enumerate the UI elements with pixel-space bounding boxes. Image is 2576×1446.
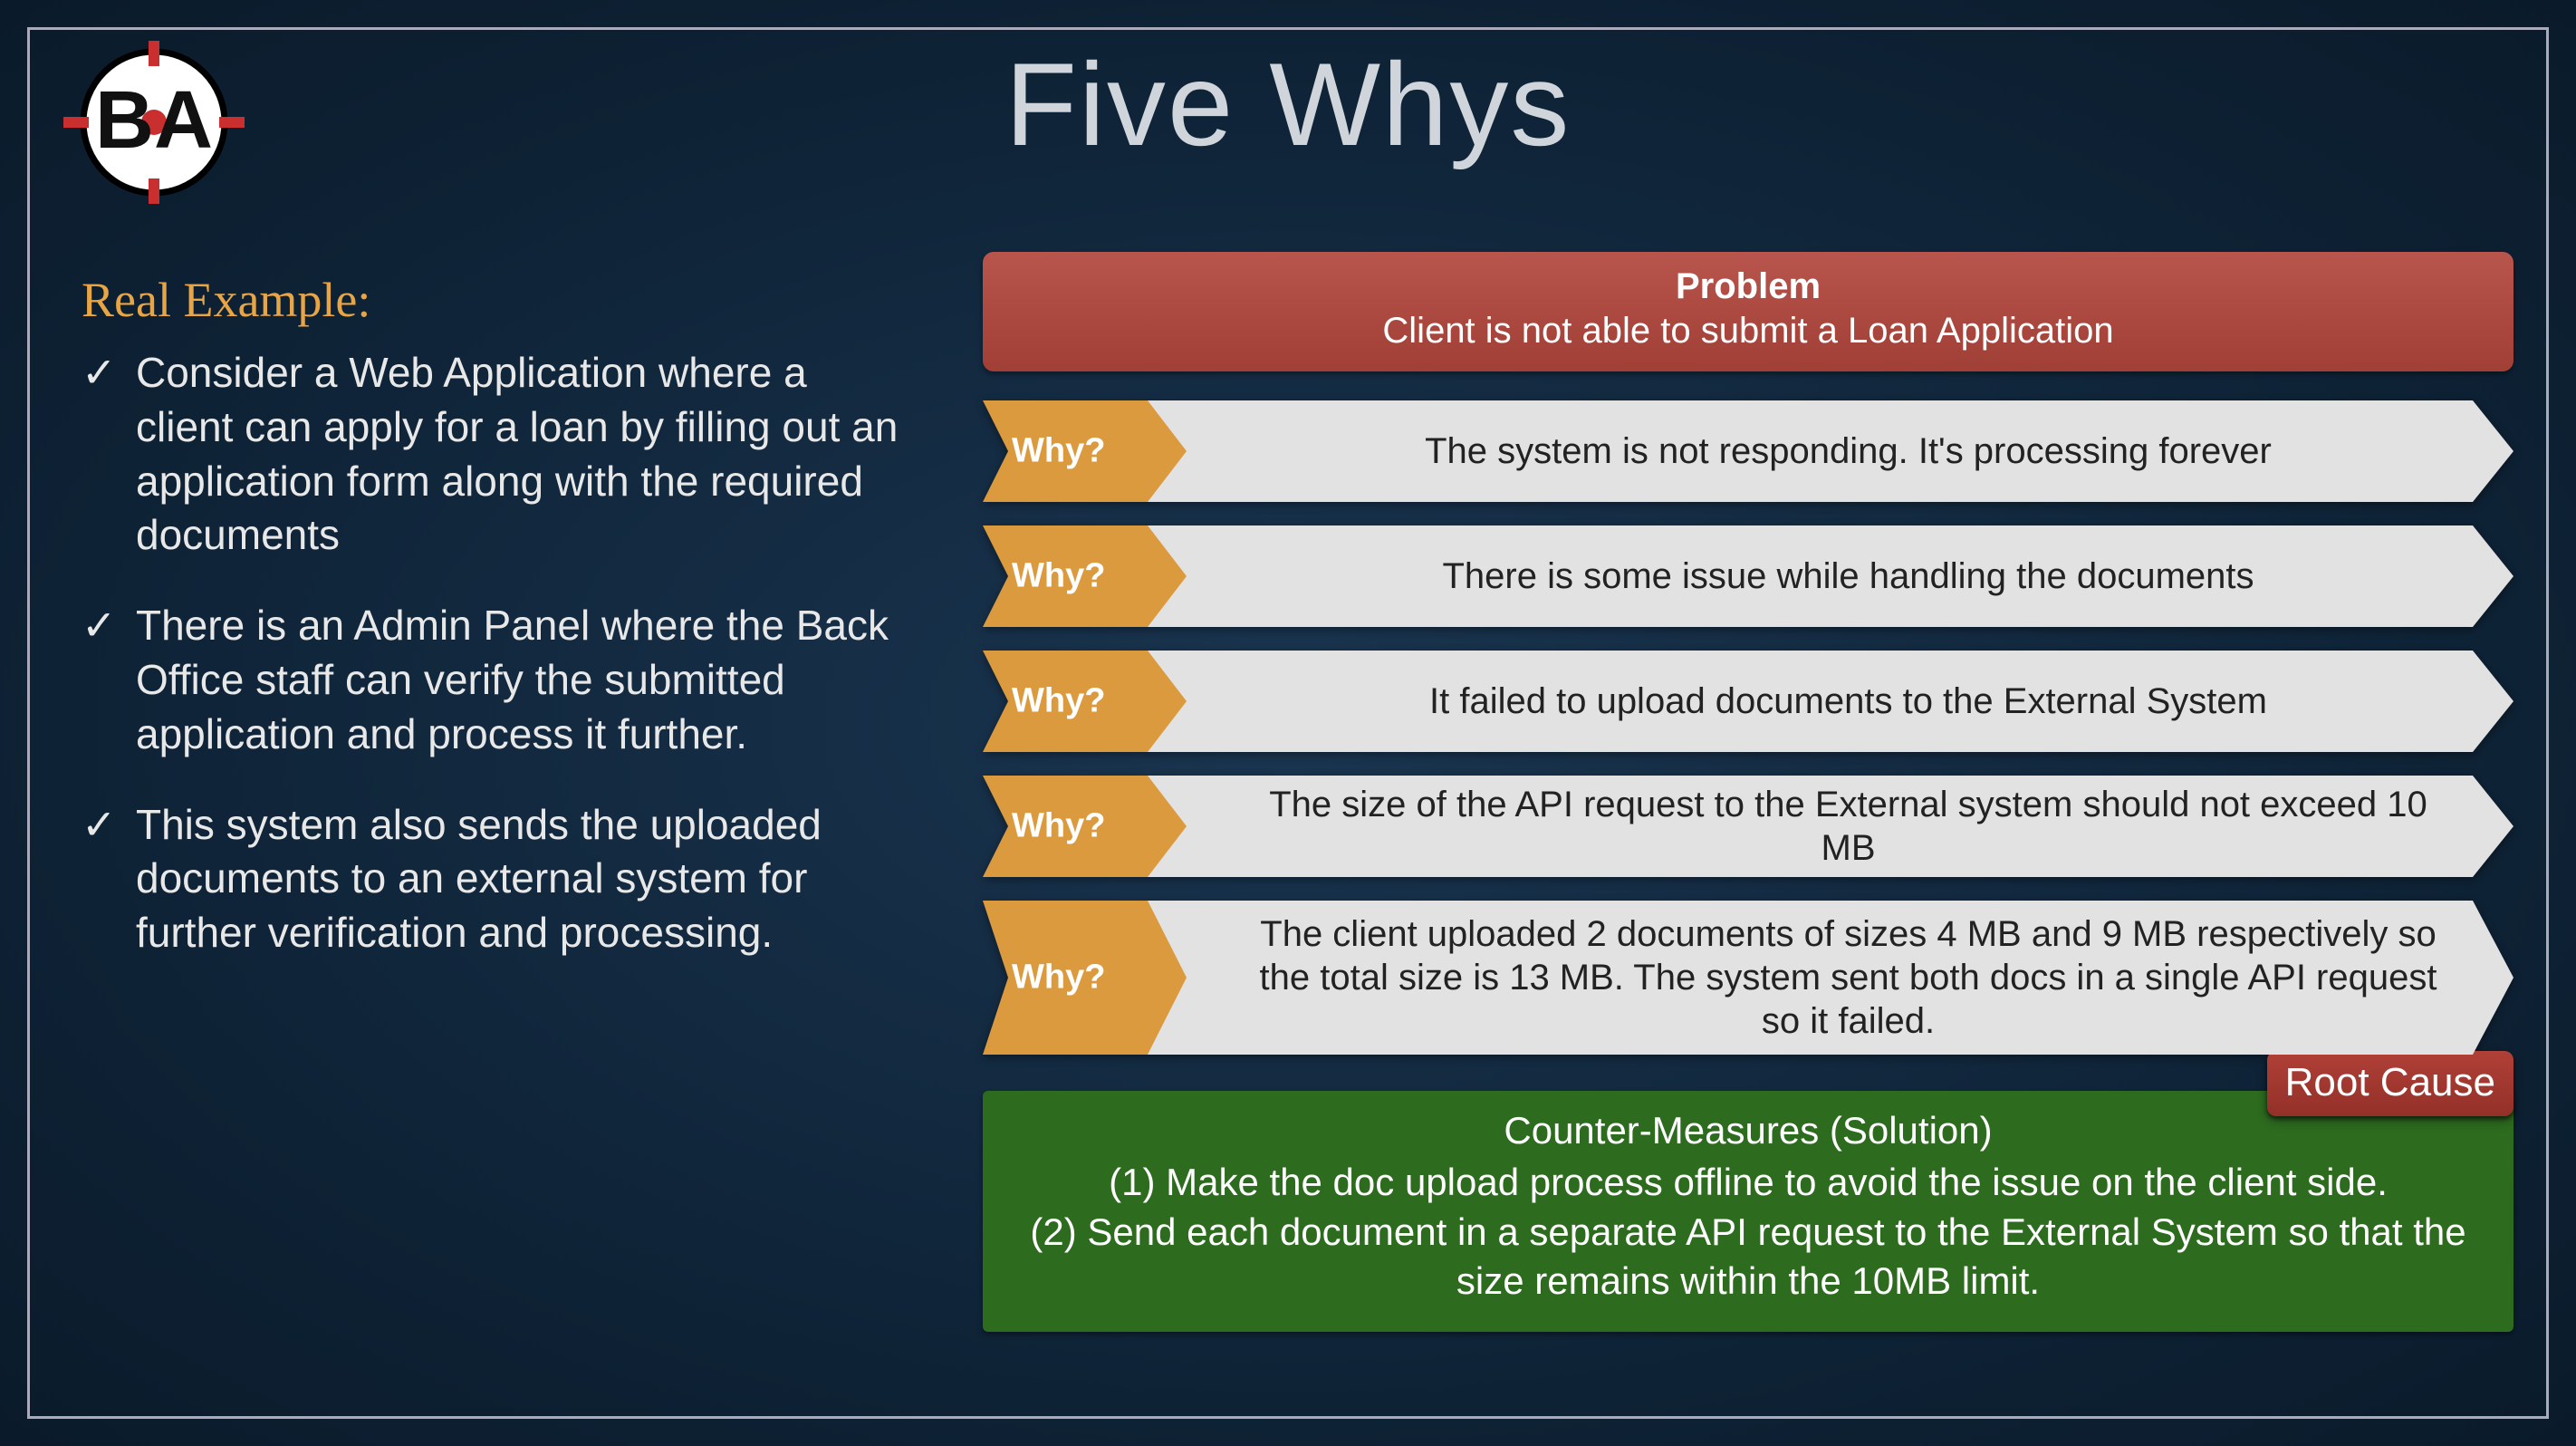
example-column: Real Example: Consider a Web Application…: [82, 272, 915, 997]
problem-text: Client is not able to submit a Loan Appl…: [1010, 311, 2486, 352]
example-bullet-list: Consider a Web Application where a clien…: [82, 346, 915, 960]
why-badge: Why?: [983, 651, 1187, 752]
why-badge-text: Why?: [1012, 432, 1105, 471]
why-badge-text: Why?: [1012, 959, 1105, 998]
answer-text: It failed to upload documents to the Ext…: [1241, 680, 2456, 723]
solution-box: Counter-Measures (Solution) (1) Make the…: [983, 1091, 2514, 1332]
why-badge: Why?: [983, 400, 1187, 502]
answer-text: The client uploaded 2 documents of sizes…: [1241, 912, 2456, 1043]
why-row-5: Why? The client uploaded 2 documents of …: [983, 901, 2514, 1055]
why-answer: There is some issue while handling the d…: [1114, 525, 2514, 627]
logo-text: BA: [95, 75, 213, 166]
why-badge-text: Why?: [1012, 557, 1105, 596]
answer-text: There is some issue while handling the d…: [1241, 554, 2456, 598]
why-badge: Why?: [983, 776, 1187, 877]
why-row-4: Why? The size of the API request to the …: [983, 776, 2514, 877]
solution-line-2: (2) Send each document in a separate API…: [1006, 1208, 2490, 1306]
root-cause-badge: Root Cause: [2267, 1051, 2514, 1116]
solution-title: Counter-Measures (Solution): [1006, 1109, 2490, 1152]
why-badge: Why?: [983, 901, 1187, 1055]
five-whys-column: Problem Client is not able to submit a L…: [983, 252, 2514, 1332]
bullet-item: This system also sends the uploaded docu…: [82, 798, 915, 960]
why-answer: The client uploaded 2 documents of sizes…: [1114, 901, 2514, 1055]
why-row-2: Why? There is some issue while handling …: [983, 525, 2514, 627]
why-badge-text: Why?: [1012, 682, 1105, 721]
solution-line-1: (1) Make the doc upload process offline …: [1006, 1158, 2490, 1208]
why-badge: Why?: [983, 525, 1187, 627]
why-answer: The size of the API request to the Exter…: [1114, 776, 2514, 877]
example-subtitle: Real Example:: [82, 272, 915, 328]
bullet-item: There is an Admin Panel where the Back O…: [82, 599, 915, 761]
slide-title: Five Whys: [1005, 36, 1572, 172]
answer-text: The size of the API request to the Exter…: [1241, 783, 2456, 870]
why-answer: It failed to upload documents to the Ext…: [1114, 651, 2514, 752]
problem-label: Problem: [1010, 266, 2486, 307]
why-row-1: Why? The system is not responding. It's …: [983, 400, 2514, 502]
problem-box: Problem Client is not able to submit a L…: [983, 252, 2514, 371]
ba-logo: BA: [63, 41, 245, 204]
bullet-item: Consider a Web Application where a clien…: [82, 346, 915, 563]
answer-text: The system is not responding. It's proce…: [1241, 429, 2456, 473]
why-badge-text: Why?: [1012, 807, 1105, 846]
why-row-3: Why? It failed to upload documents to th…: [983, 651, 2514, 752]
why-answer: The system is not responding. It's proce…: [1114, 400, 2514, 502]
